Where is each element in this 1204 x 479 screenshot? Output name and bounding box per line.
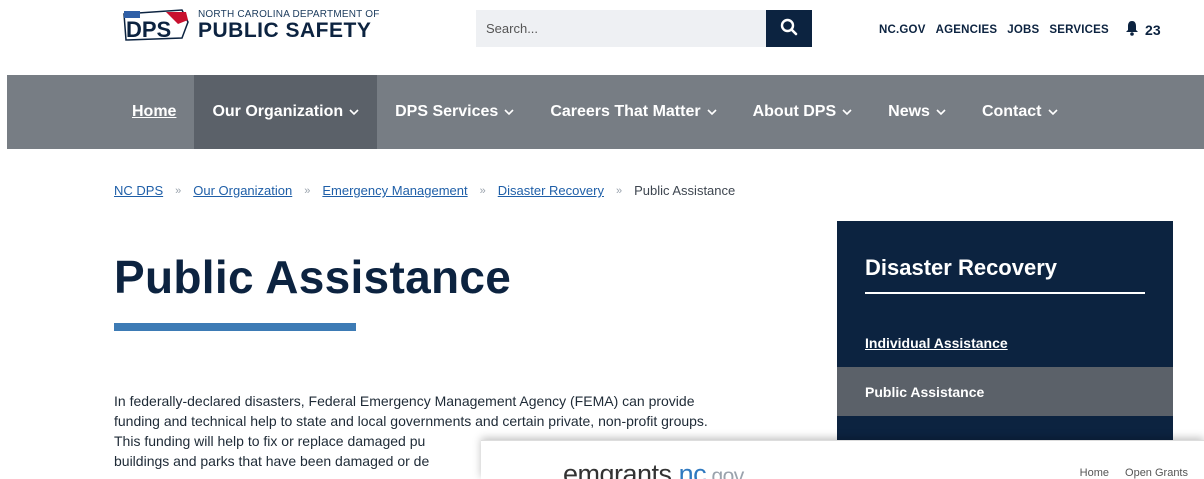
logo-subtitle: NORTH CAROLINA DEPARTMENT OF — [198, 8, 380, 20]
nav-item-contact[interactable]: Contact — [964, 75, 1076, 149]
search-input[interactable] — [476, 10, 766, 47]
sidebar-item-individual-assistance[interactable]: Individual Assistance — [837, 318, 1173, 367]
breadcrumb-separator: » — [615, 184, 623, 197]
sidebar-title: Disaster Recovery — [865, 255, 1058, 280]
breadcrumb-link-our-organization[interactable]: Our Organization — [193, 183, 292, 198]
search-button[interactable] — [766, 10, 812, 47]
notification-count: 23 — [1144, 21, 1161, 38]
nav-label-our-organization: Our Organization — [212, 103, 344, 120]
bell-icon — [1125, 20, 1139, 39]
breadcrumb-separator: » — [304, 184, 311, 197]
svg-text:DPS: DPS — [126, 17, 171, 42]
sidebar-divider — [865, 292, 1145, 294]
nav-label-home: Home — [132, 103, 177, 120]
notifications-button[interactable]: 23 — [1125, 20, 1161, 39]
nav-item-dps-services[interactable]: DPS Services — [377, 75, 532, 149]
dps-logo-mark: DPS — [122, 8, 190, 42]
breadcrumb-link-nc-dps[interactable]: NC DPS — [114, 183, 163, 198]
nav-item-about-dps[interactable]: About DPS — [735, 75, 871, 149]
util-link-ncgov[interactable]: NC.GOV — [879, 24, 926, 36]
breadcrumb-link-emergency-management[interactable]: Emergency Management — [322, 183, 467, 198]
intro-line: funding and technical help to state and … — [114, 413, 708, 429]
intro-line: In federally-declared disasters, Federal… — [114, 393, 695, 409]
chevron-down-icon — [1047, 109, 1058, 116]
breadcrumb-current: Public Assistance — [634, 183, 736, 198]
emgrants-logo-main: emgrants — [563, 459, 672, 479]
util-link-agencies[interactable]: AGENCIES — [936, 24, 998, 36]
breadcrumb: NC DPS » Our Organization » Emergency Ma… — [114, 183, 735, 198]
emgrants-logo-gov: .gov — [706, 465, 744, 479]
nav-label-news: News — [888, 103, 930, 120]
search-icon — [780, 18, 798, 39]
breadcrumb-separator: » — [175, 184, 182, 197]
emgrants-nav: Home Open Grants — [1080, 467, 1188, 479]
search-bar — [476, 10, 812, 47]
chevron-down-icon — [936, 109, 946, 116]
sidebar-item-public-assistance[interactable]: Public Assistance — [837, 367, 1173, 416]
title-underline — [114, 323, 356, 331]
nav-item-home[interactable]: Home — [7, 75, 194, 149]
util-link-services[interactable]: SERVICES — [1049, 24, 1109, 36]
breadcrumb-link-disaster-recovery[interactable]: Disaster Recovery — [498, 183, 604, 198]
emgrants-logo[interactable]: emgrants nc.gov — [563, 459, 744, 479]
emgrants-nav-open-grants[interactable]: Open Grants — [1125, 467, 1188, 479]
emgrants-logo-nc: nc — [678, 459, 707, 479]
main-nav: Home Our Organization DPS Services Caree… — [7, 75, 1204, 149]
breadcrumb-separator: » — [479, 184, 486, 197]
util-link-jobs[interactable]: JOBS — [1007, 24, 1039, 36]
chevron-down-icon — [504, 109, 514, 116]
page-title: Public Assistance — [114, 251, 512, 303]
chevron-down-icon — [349, 109, 359, 116]
nav-item-our-organization[interactable]: Our Organization — [194, 75, 378, 149]
dps-logo[interactable]: DPS NORTH CAROLINA DEPARTMENT OF PUBLIC … — [122, 8, 380, 42]
nav-item-news[interactable]: News — [870, 75, 964, 149]
emgrants-nav-home[interactable]: Home — [1080, 467, 1109, 479]
nav-label-about-dps: About DPS — [752, 103, 837, 120]
site-header: DPS NORTH CAROLINA DEPARTMENT OF PUBLIC … — [0, 0, 1204, 60]
utility-links: NC.GOV AGENCIES JOBS SERVICES 23 — [879, 20, 1161, 39]
logo-text: NORTH CAROLINA DEPARTMENT OF PUBLIC SAFE… — [198, 9, 380, 42]
nav-label-dps-services: DPS Services — [395, 103, 499, 120]
chevron-down-icon — [707, 109, 717, 116]
nav-label-careers: Careers That Matter — [550, 103, 701, 120]
nav-label-contact: Contact — [981, 103, 1042, 120]
nav-item-careers[interactable]: Careers That Matter — [532, 75, 734, 149]
logo-title: PUBLIC SAFETY — [198, 18, 372, 42]
chevron-down-icon — [842, 109, 852, 116]
emgrants-overlay-window: emgrants nc.gov Home Open Grants — [481, 440, 1204, 479]
